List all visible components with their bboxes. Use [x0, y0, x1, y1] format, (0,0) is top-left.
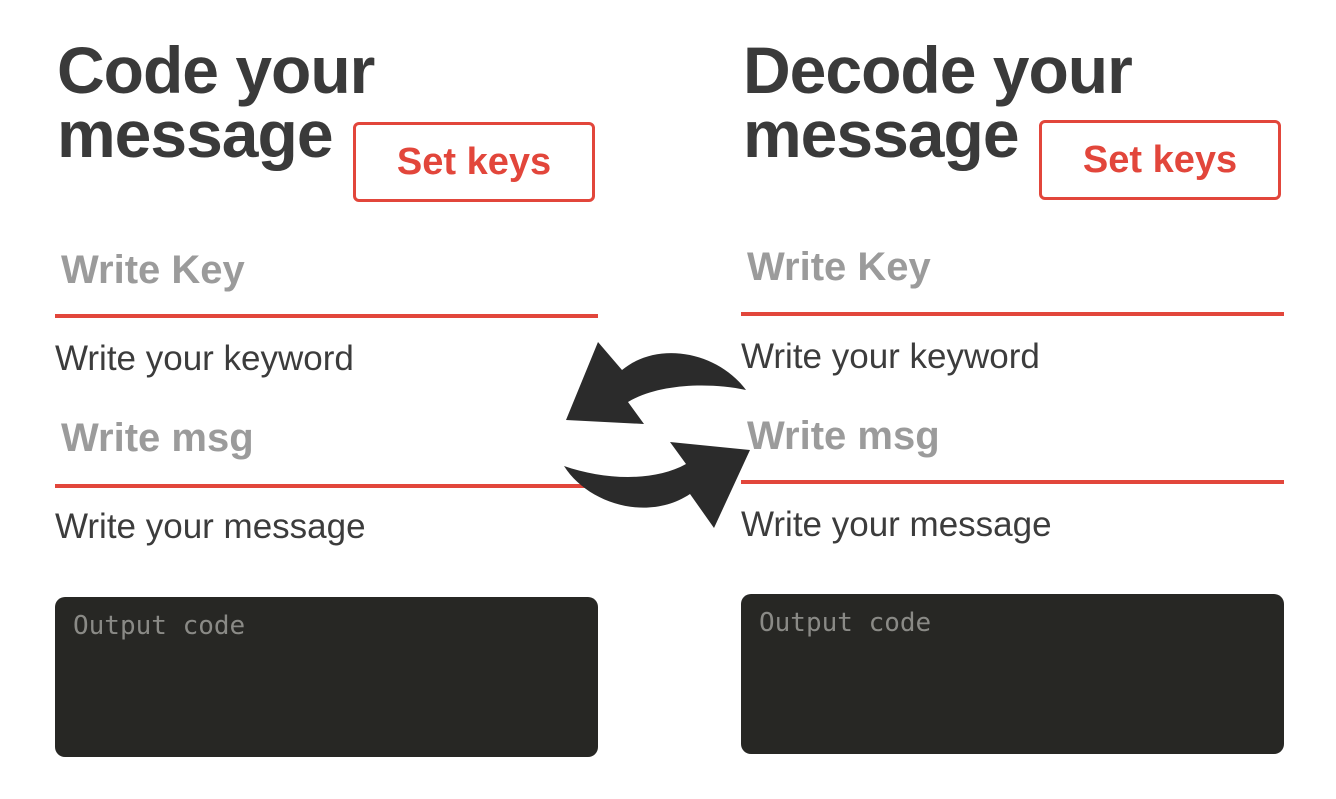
encode-key-label: Write Key: [61, 248, 245, 292]
decode-key-label: Write Key: [747, 245, 931, 289]
swap-arrows-icon[interactable]: [558, 332, 758, 532]
encode-panel: Code your message Set keys Write Key Wri…: [55, 0, 600, 799]
decode-set-keys-button[interactable]: Set keys: [1039, 120, 1281, 200]
encode-msg-underline: [55, 484, 598, 488]
decode-msg-underline: [741, 480, 1284, 484]
decode-keyword-input[interactable]: [741, 332, 1281, 382]
decode-message-input[interactable]: [741, 500, 1281, 550]
encode-output-box[interactable]: Output code: [55, 597, 598, 757]
decode-output-box[interactable]: Output code: [741, 594, 1284, 754]
decode-msg-label: Write msg: [747, 414, 940, 458]
decode-panel: Decode your message Set keys Write Key W…: [741, 0, 1286, 799]
decode-key-underline: [741, 312, 1284, 316]
encode-output-placeholder: Output code: [73, 611, 246, 641]
encode-title: Code your message: [57, 33, 375, 171]
encode-msg-label: Write msg: [61, 416, 254, 460]
encode-message-input[interactable]: [55, 502, 595, 552]
encode-key-underline: [55, 314, 598, 318]
decode-output-placeholder: Output code: [759, 608, 932, 638]
encode-set-keys-button[interactable]: Set keys: [353, 122, 595, 202]
encode-keyword-input[interactable]: [55, 334, 595, 384]
